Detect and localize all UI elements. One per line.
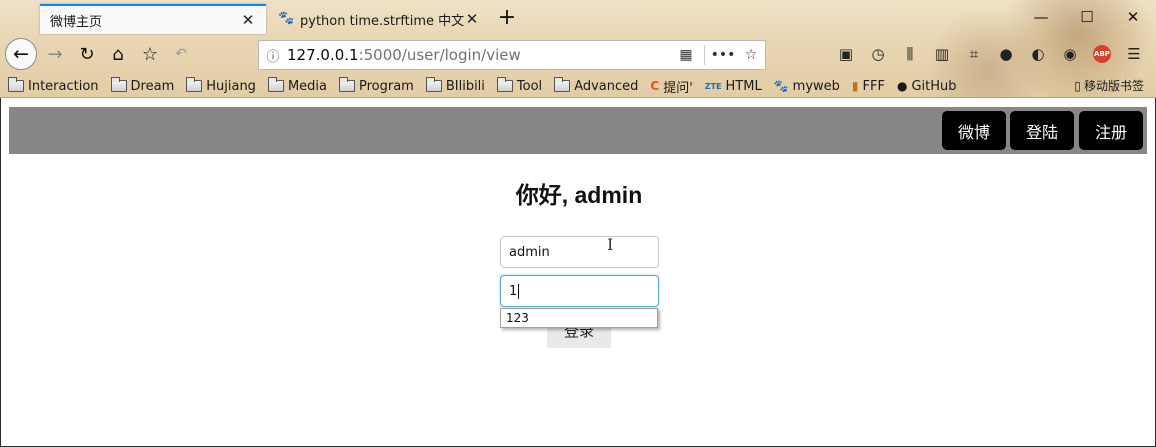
close-icon[interactable]: ✕	[240, 11, 256, 29]
bookmark-label: myweb	[792, 78, 840, 94]
more-actions-icon[interactable]: •••	[709, 47, 737, 63]
username-value: admin	[509, 244, 550, 260]
bookmark-item[interactable]: ▮ FFF	[852, 79, 885, 94]
tab-label: 微博主页	[50, 14, 103, 30]
sidebar-icon[interactable]: ▥	[926, 40, 958, 68]
navigation-toolbar: ← → ↻ ⌂ ☆ ↶ ⓘ 127.0.0.1:5000/user/login/…	[0, 34, 1156, 74]
home-icon[interactable]: ⌂	[103, 39, 133, 69]
github-icon: ●	[896, 79, 908, 93]
bookmark-label: HTML	[725, 78, 762, 94]
page-viewport: 微博 登陆 注册 你好, admin admin I 1 登录 123	[0, 98, 1156, 447]
tab-strip: 微博主页 ✕ 🐾 python time.strftime 中文_百 ✕ + —…	[0, 0, 1156, 34]
bookmark-label: 提问'	[663, 80, 693, 96]
extension-panda-icon[interactable]: ◉	[1054, 40, 1086, 68]
paw-icon: 🐾	[773, 79, 789, 93]
maximize-icon[interactable]: ☐	[1064, 0, 1110, 34]
clock-icon[interactable]: ◷	[862, 40, 894, 68]
tab-weibo-home[interactable]: 微博主页 ✕	[40, 4, 266, 34]
bookmark-item[interactable]: Interaction	[8, 77, 99, 94]
folder-icon	[496, 77, 513, 92]
baidu-paw-icon: 🐾	[278, 11, 295, 26]
qr-code-icon[interactable]: ▦	[672, 47, 700, 63]
window-controls: — ☐ ✕	[1018, 0, 1156, 34]
folder-icon	[267, 77, 284, 92]
c-logo-icon: C	[650, 79, 660, 93]
bookmark-item[interactable]: ZTE HTML	[705, 79, 762, 94]
close-window-icon[interactable]: ✕	[1110, 0, 1156, 34]
autocomplete-option[interactable]: 123	[500, 308, 658, 328]
extension-icon[interactable]: ●	[990, 40, 1022, 68]
nav-login-link[interactable]: 登陆	[1010, 111, 1074, 150]
fff-icon: ▮	[851, 79, 859, 93]
mobile-bookmarks[interactable]: ▯ 移动版书签	[1074, 77, 1144, 94]
mobile-phone-icon: ▯	[1074, 78, 1081, 93]
url-text[interactable]: 127.0.0.1:5000/user/login/view	[287, 46, 672, 64]
password-field[interactable]: 1	[500, 275, 659, 307]
reader-icon[interactable]: ▣	[830, 40, 862, 68]
bookmark-item[interactable]: 🐾 myweb	[774, 79, 840, 94]
info-icon[interactable]: ⓘ	[259, 46, 287, 65]
bookmark-item[interactable]: Program	[338, 77, 414, 94]
bookmark-item[interactable]: Tool	[496, 77, 543, 94]
adblock-icon[interactable]: ABP	[1093, 45, 1111, 63]
url-actions: ▦ ••• ☆	[672, 41, 765, 69]
bookmark-label: Hujiang	[206, 78, 256, 94]
shield-icon[interactable]: ◐	[1022, 40, 1054, 68]
bookmark-star-menu-icon[interactable]: ☆	[135, 39, 165, 69]
back-arrow-icon[interactable]: ←	[5, 38, 37, 70]
bookmark-item[interactable]: Hujiang	[186, 77, 256, 94]
bookmark-item[interactable]: ● GitHub	[897, 79, 957, 94]
nav-register-link[interactable]: 注册	[1079, 111, 1143, 150]
folder-icon	[338, 77, 355, 92]
bookmark-label: Program	[358, 78, 414, 94]
text-cursor-icon: I	[607, 235, 614, 254]
bookmark-item[interactable]: C 提问'	[650, 77, 692, 96]
bookmarks-toolbar: Interaction Dream Hujiang Media Program …	[0, 74, 1156, 97]
site-navbar: 微博 登陆 注册	[9, 107, 1147, 154]
folder-icon	[8, 77, 24, 92]
nav-weibo-link[interactable]: 微博	[942, 111, 1006, 150]
bookmark-label: GitHub	[911, 78, 957, 94]
undo-icon[interactable]: ↶	[166, 39, 196, 69]
hamburger-menu-icon[interactable]: ☰	[1118, 40, 1150, 68]
bookmark-label: FFF	[862, 78, 885, 94]
folder-icon	[110, 77, 127, 92]
password-value: 1	[509, 283, 518, 299]
username-field[interactable]: admin	[500, 236, 659, 268]
bookmark-label: Dream	[130, 78, 175, 94]
bookmark-label: BIlibili	[445, 78, 485, 94]
reload-icon[interactable]: ↻	[72, 39, 102, 69]
tab-python-strftime[interactable]: 🐾 python time.strftime 中文_百 ✕	[268, 4, 490, 34]
library-icon[interactable]: ⫼	[894, 40, 926, 68]
close-icon[interactable]: ✕	[464, 10, 480, 28]
bookmark-label: Interaction	[28, 78, 99, 94]
bookmark-label: Tool	[516, 78, 543, 94]
forward-arrow-icon[interactable]: →	[40, 39, 70, 69]
page-title: 你好, admin	[515, 182, 643, 208]
url-host: 127.0.0.1	[287, 46, 359, 64]
tab-label: python time.strftime 中文_百	[300, 13, 464, 29]
browser-chrome: 微博主页 ✕ 🐾 python time.strftime 中文_百 ✕ + —…	[0, 0, 1156, 98]
bookmark-item[interactable]: Media	[267, 77, 327, 94]
url-path: :5000/user/login/view	[358, 46, 521, 64]
zte-logo-icon: ZTE	[704, 81, 722, 91]
bookmark-label: Media	[287, 78, 327, 94]
bookmark-item[interactable]: Advanced	[554, 77, 639, 94]
folder-icon	[554, 77, 571, 92]
folder-icon	[186, 77, 203, 92]
url-bar[interactable]: ⓘ 127.0.0.1:5000/user/login/view ▦ ••• ☆	[258, 40, 766, 70]
bookmark-star-icon[interactable]: ☆	[737, 47, 765, 63]
bookmark-label: Advanced	[574, 78, 639, 94]
folder-icon	[425, 77, 442, 92]
bookmark-item[interactable]: BIlibili	[425, 77, 485, 94]
new-tab-button[interactable]: +	[494, 6, 520, 32]
bookmark-item[interactable]: Dream	[110, 77, 175, 94]
minimize-icon[interactable]: —	[1018, 0, 1064, 34]
toolbar-extensions: ▣ ◷ ⫼ ▥ ⌗ ● ◐ ◉ ABP ☰	[830, 40, 1150, 68]
text-caret	[518, 283, 520, 299]
crop-icon[interactable]: ⌗	[958, 40, 990, 68]
mobile-bookmarks-label: 移动版书签	[1083, 79, 1144, 93]
divider	[704, 45, 705, 65]
